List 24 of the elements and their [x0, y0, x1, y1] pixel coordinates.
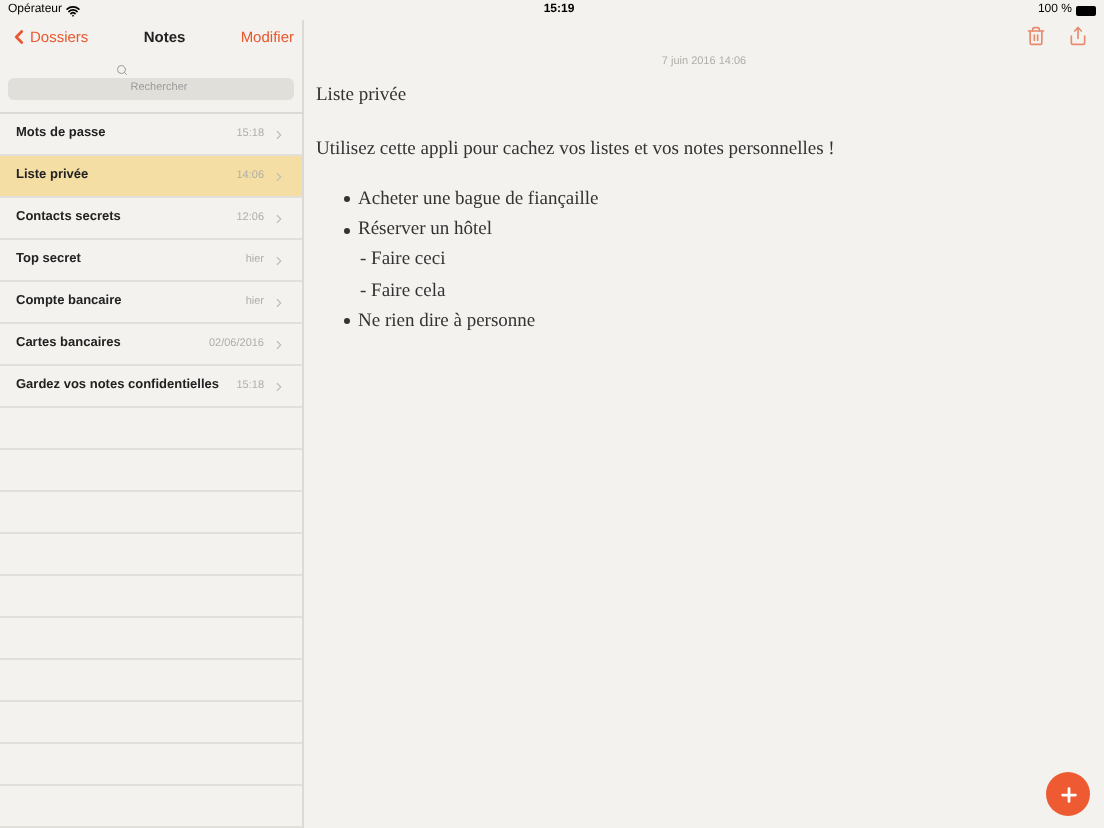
list-item: Ne rien dire à personne	[358, 309, 536, 336]
chevron-icon	[272, 379, 286, 393]
wifi-icon	[66, 3, 81, 17]
note-heading: Liste privée	[316, 84, 409, 111]
list-item: Réserver un hôtel	[358, 218, 493, 244]
bullet-icon	[344, 227, 350, 234]
sub-list-item: - Faire ceci	[358, 248, 448, 275]
chevron-icon	[272, 337, 286, 351]
chevron-icon	[272, 253, 286, 267]
note-paragraph: Utilisez cette appli pour cachez vos listes et vos notes personnelles !	[316, 137, 837, 163]
bullet-icon	[344, 318, 350, 325]
search-icon	[116, 63, 128, 75]
chevron-icon	[272, 127, 286, 141]
sub-list-item: - Faire cela	[358, 279, 448, 305]
chevron-icon	[272, 211, 286, 225]
share-icon[interactable]	[1068, 26, 1088, 46]
chevron-icon	[272, 169, 286, 183]
bullet-icon	[344, 196, 350, 203]
trash-icon[interactable]	[1026, 26, 1046, 46]
add-button[interactable]	[1046, 772, 1090, 816]
battery-icon	[1075, 5, 1096, 15]
list-item: Acheter une bague de fiançaille	[358, 187, 599, 214]
plus-icon	[1057, 783, 1079, 805]
chevron-icon	[272, 295, 286, 309]
